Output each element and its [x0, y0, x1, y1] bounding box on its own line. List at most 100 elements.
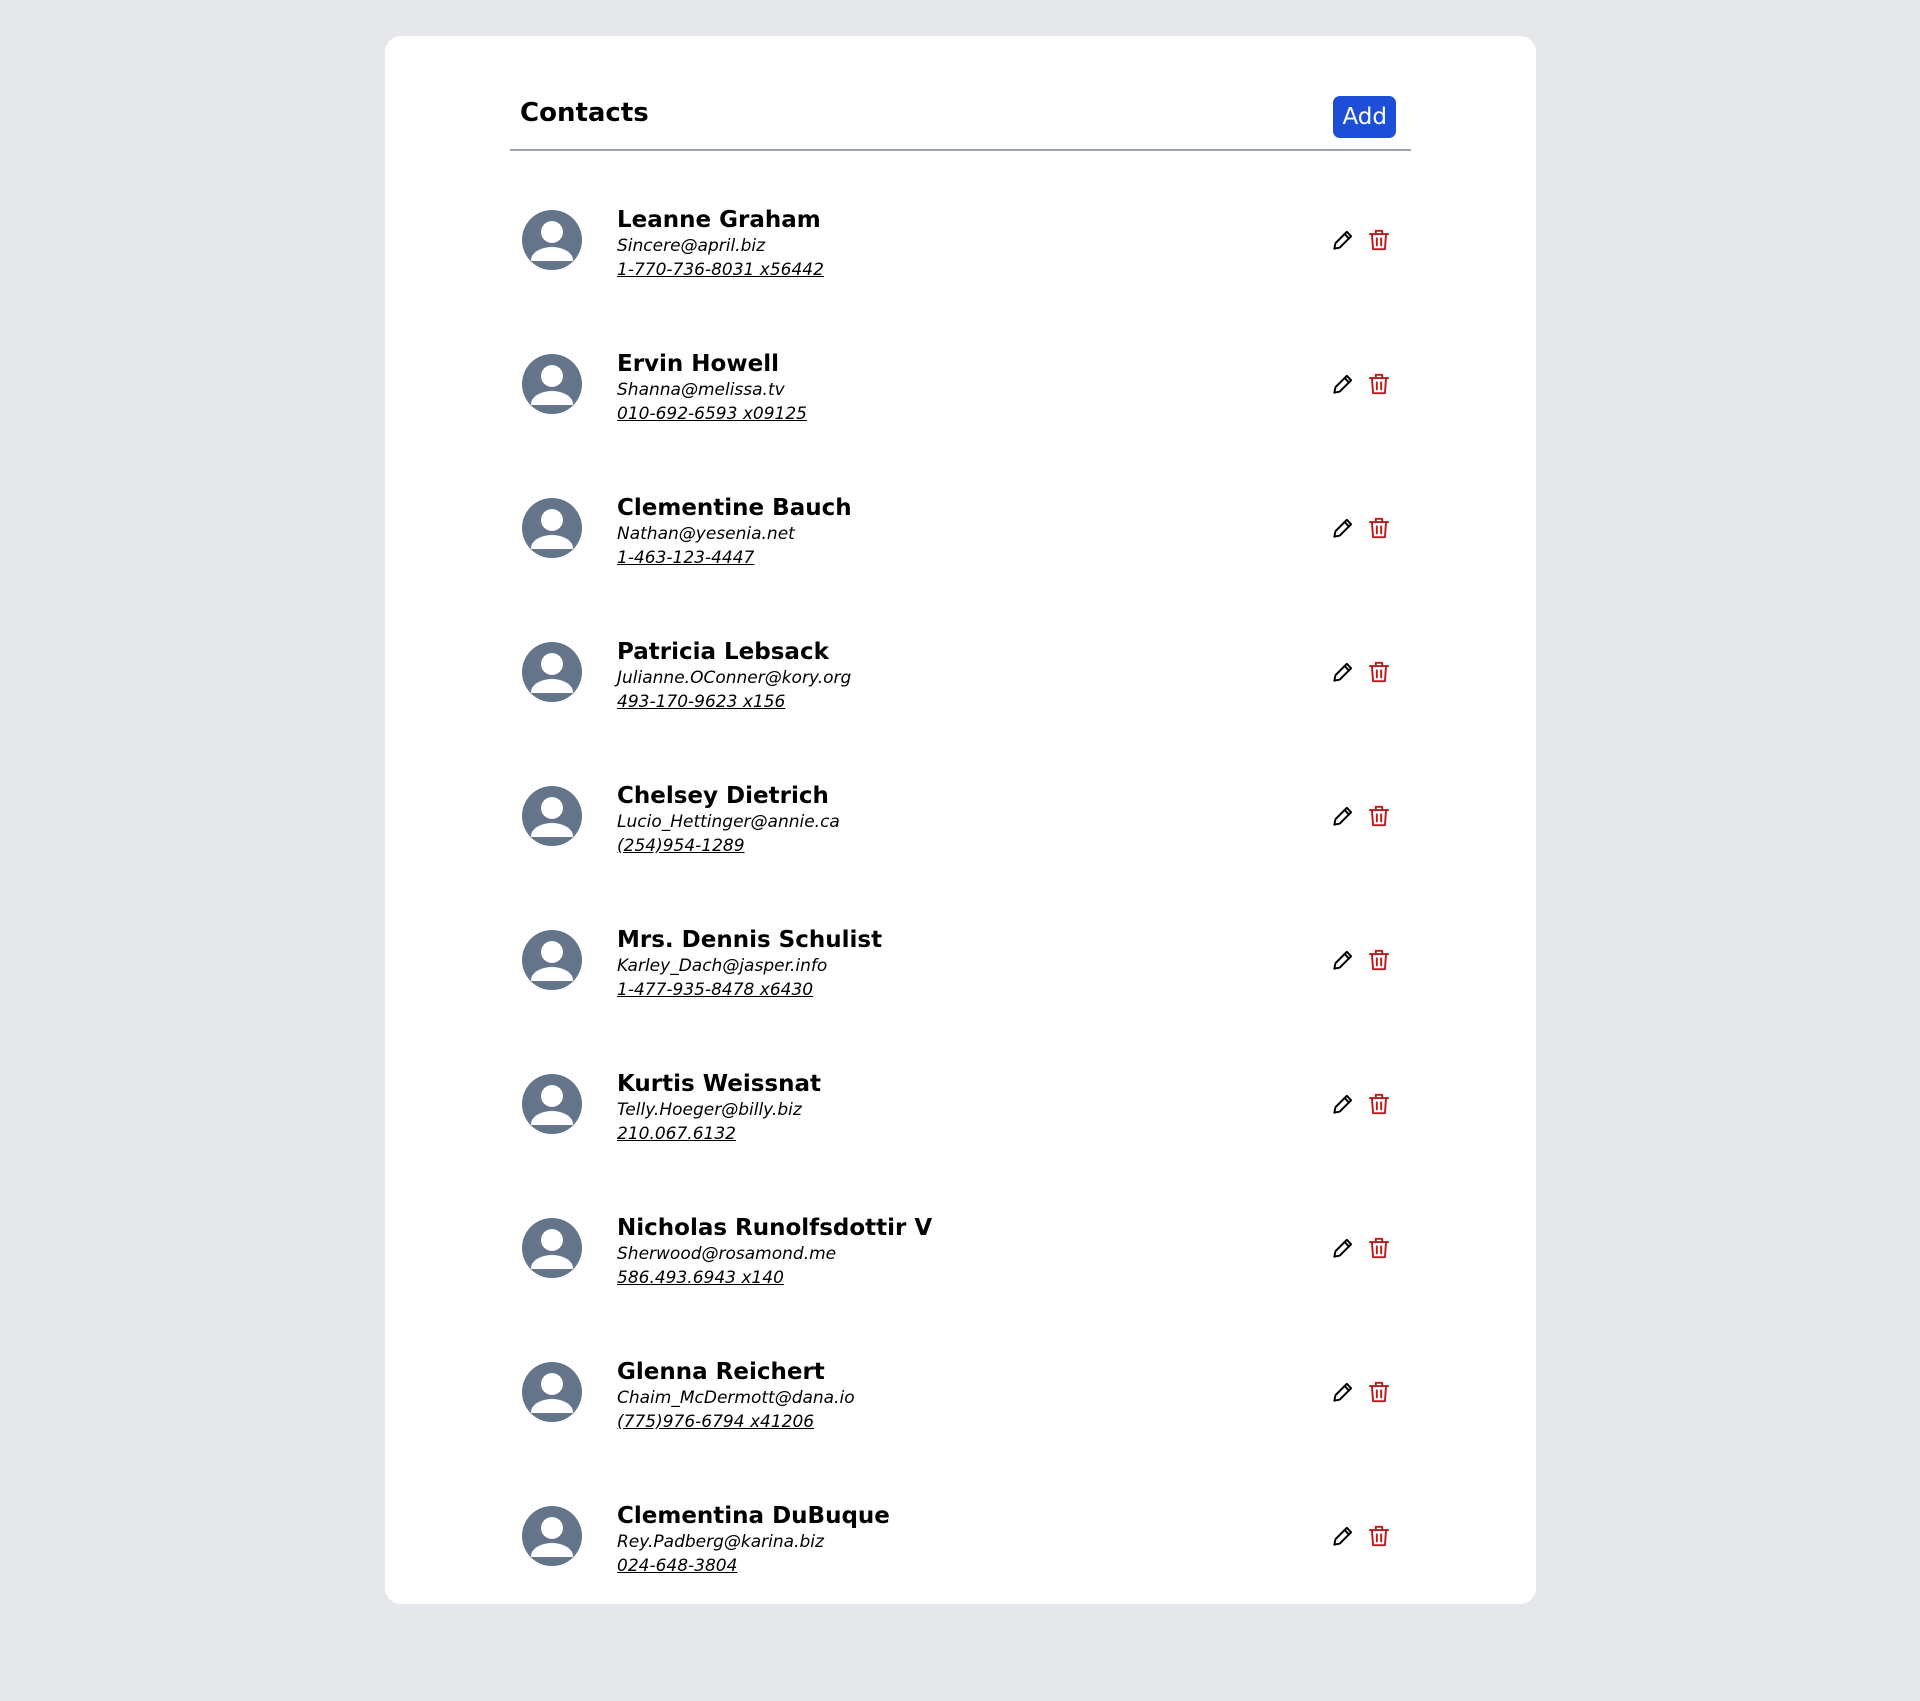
contact-name: Ervin Howell — [617, 351, 779, 377]
contact-name: Glenna Reichert — [617, 1359, 825, 1385]
edit-contact-button[interactable] — [1330, 1235, 1356, 1261]
contact-list-item: Kurtis Weissnat Telly.Hoeger@billy.biz 2… — [510, 1034, 1411, 1178]
delete-contact-button[interactable] — [1366, 803, 1392, 829]
pencil-icon — [1333, 374, 1353, 394]
trash-icon — [1368, 1381, 1390, 1403]
edit-contact-button[interactable] — [1330, 515, 1356, 541]
trash-icon — [1368, 373, 1390, 395]
contact-info: Nicholas Runolfsdottir V Sherwood@rosamo… — [617, 1214, 932, 1290]
contact-info: Glenna Reichert Chaim_McDermott@dana.io … — [617, 1358, 855, 1434]
contact-list-item: Glenna Reichert Chaim_McDermott@dana.io … — [510, 1322, 1411, 1466]
contact-name: Chelsey Dietrich — [617, 783, 829, 809]
contact-name: Mrs. Dennis Schulist — [617, 927, 883, 953]
edit-contact-button[interactable] — [1330, 371, 1356, 397]
pencil-icon — [1333, 806, 1353, 826]
contact-list-item: Nicholas Runolfsdottir V Sherwood@rosamo… — [510, 1178, 1411, 1322]
trash-icon — [1368, 517, 1390, 539]
contact-info: Ervin Howell Shanna@melissa.tv 010-692-6… — [617, 350, 807, 426]
contact-info: Kurtis Weissnat Telly.Hoeger@billy.biz 2… — [617, 1070, 821, 1146]
contact-info: Leanne Graham Sincere@april.biz 1-770-73… — [617, 206, 824, 282]
add-contact-button[interactable]: Add — [1333, 96, 1396, 138]
contact-name: Clementina DuBuque — [617, 1503, 890, 1529]
user-avatar-icon — [522, 354, 582, 414]
trash-icon — [1368, 661, 1390, 683]
contact-email: Lucio_Hettinger@annie.ca — [617, 812, 840, 832]
contact-phone-link[interactable]: 210.067.6132 — [617, 1122, 736, 1146]
contact-phone-link[interactable]: 1-770-736-8031 x56442 — [617, 258, 824, 282]
trash-icon — [1368, 229, 1390, 251]
contact-info: Clementine Bauch Nathan@yesenia.net 1-46… — [617, 494, 852, 570]
edit-contact-button[interactable] — [1330, 1379, 1356, 1405]
contact-phone-link[interactable]: 586.493.6943 x140 — [617, 1266, 784, 1290]
contact-phone-link[interactable]: 493-170-9623 x156 — [617, 690, 785, 714]
contact-phone-link[interactable]: 1-463-123-4447 — [617, 546, 754, 570]
trash-icon — [1368, 949, 1390, 971]
contact-email: Nathan@yesenia.net — [617, 524, 795, 544]
user-avatar-icon — [522, 210, 582, 270]
contact-info: Clementina DuBuque Rey.Padberg@karina.bi… — [617, 1502, 890, 1578]
delete-contact-button[interactable] — [1366, 515, 1392, 541]
contact-phone-link[interactable]: 1-477-935-8478 x6430 — [617, 978, 813, 1002]
user-avatar-icon — [522, 642, 582, 702]
trash-icon — [1368, 1525, 1390, 1547]
contact-info: Chelsey Dietrich Lucio_Hettinger@annie.c… — [617, 782, 840, 858]
contact-list-item: Clementine Bauch Nathan@yesenia.net 1-46… — [510, 458, 1411, 602]
contact-name: Nicholas Runolfsdottir V — [617, 1215, 933, 1241]
contact-email: Julianne.OConner@kory.org — [617, 668, 852, 688]
user-avatar-icon — [522, 498, 582, 558]
contact-email: Telly.Hoeger@billy.biz — [617, 1100, 802, 1120]
pencil-icon — [1333, 950, 1353, 970]
contact-name: Patricia Lebsack — [617, 639, 829, 665]
contact-email: Karley_Dach@jasper.info — [617, 956, 828, 976]
contact-list-item: Mrs. Dennis Schulist Karley_Dach@jasper.… — [510, 890, 1411, 1034]
user-avatar-icon — [522, 1362, 582, 1422]
pencil-icon — [1333, 662, 1353, 682]
delete-contact-button[interactable] — [1366, 1235, 1392, 1261]
contact-email: Sincere@april.biz — [617, 236, 766, 256]
contact-list-item: Clementina DuBuque Rey.Padberg@karina.bi… — [510, 1466, 1411, 1610]
delete-contact-button[interactable] — [1366, 659, 1392, 685]
contact-email: Chaim_McDermott@dana.io — [617, 1388, 855, 1408]
contact-email: Rey.Padberg@karina.biz — [617, 1532, 824, 1552]
pencil-icon — [1333, 518, 1353, 538]
contact-name: Kurtis Weissnat — [617, 1071, 822, 1097]
edit-contact-button[interactable] — [1330, 803, 1356, 829]
edit-contact-button[interactable] — [1330, 659, 1356, 685]
user-avatar-icon — [522, 1218, 582, 1278]
contact-phone-link[interactable]: (254)954-1289 — [617, 834, 745, 858]
delete-contact-button[interactable] — [1366, 1523, 1392, 1549]
contact-phone-link[interactable]: 010-692-6593 x09125 — [617, 402, 807, 426]
contact-email: Sherwood@rosamond.me — [617, 1244, 837, 1264]
edit-contact-button[interactable] — [1330, 1523, 1356, 1549]
contact-list-item: Chelsey Dietrich Lucio_Hettinger@annie.c… — [510, 746, 1411, 890]
delete-contact-button[interactable] — [1366, 227, 1392, 253]
user-avatar-icon — [522, 1074, 582, 1134]
trash-icon — [1368, 1237, 1390, 1259]
contact-name: Leanne Graham — [617, 207, 821, 233]
edit-contact-button[interactable] — [1330, 227, 1356, 253]
pencil-icon — [1333, 1238, 1353, 1258]
pencil-icon — [1333, 1382, 1353, 1402]
user-avatar-icon — [522, 930, 582, 990]
delete-contact-button[interactable] — [1366, 371, 1392, 397]
trash-icon — [1368, 805, 1390, 827]
pencil-icon — [1333, 1526, 1353, 1546]
edit-contact-button[interactable] — [1330, 1091, 1356, 1117]
contact-list-item: Patricia Lebsack Julianne.OConner@kory.o… — [510, 602, 1411, 746]
contact-name: Clementine Bauch — [617, 495, 852, 521]
delete-contact-button[interactable] — [1366, 1379, 1392, 1405]
contact-email: Shanna@melissa.tv — [617, 380, 785, 400]
delete-contact-button[interactable] — [1366, 947, 1392, 973]
edit-contact-button[interactable] — [1330, 947, 1356, 973]
contact-phone-link[interactable]: (775)976-6794 x41206 — [617, 1410, 814, 1434]
user-avatar-icon — [522, 1506, 582, 1566]
user-avatar-icon — [522, 786, 582, 846]
contact-info: Patricia Lebsack Julianne.OConner@kory.o… — [617, 638, 851, 714]
page-title: Contacts — [520, 98, 649, 128]
contact-list-item: Leanne Graham Sincere@april.biz 1-770-73… — [510, 170, 1411, 314]
contacts-card: Contacts Add Leanne Graham Sincere@april… — [385, 36, 1536, 1604]
contact-list-item: Ervin Howell Shanna@melissa.tv 010-692-6… — [510, 314, 1411, 458]
contact-phone-link[interactable]: 024-648-3804 — [617, 1554, 737, 1578]
pencil-icon — [1333, 230, 1353, 250]
delete-contact-button[interactable] — [1366, 1091, 1392, 1117]
